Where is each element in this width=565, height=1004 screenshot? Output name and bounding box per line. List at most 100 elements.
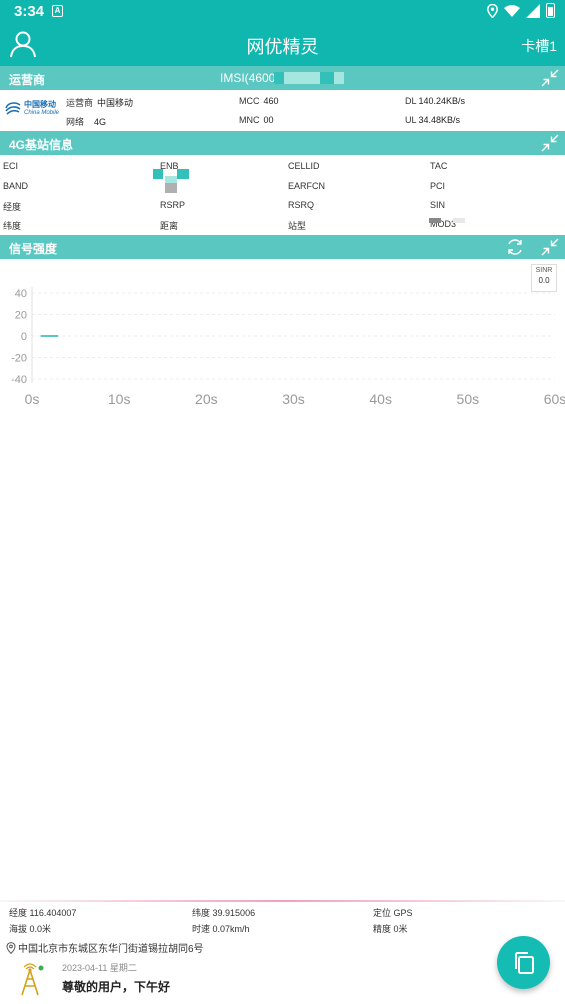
positioning-label: 定位 xyxy=(373,908,392,918)
redaction-block xyxy=(153,169,163,179)
ul-value: 34.48KB/s xyxy=(418,115,461,125)
network-label: 网络 xyxy=(66,117,85,127)
y-tick-label: 20 xyxy=(15,310,27,322)
longitude-row: 经度 116.404007 xyxy=(9,906,76,919)
cell-tower-icon xyxy=(21,963,44,996)
divider xyxy=(0,900,565,902)
rsrq-label: RSRQ xyxy=(288,200,315,210)
x-tick-label: 10s xyxy=(108,391,131,407)
ul-label: UL xyxy=(405,115,417,125)
pci-label: PCI xyxy=(430,181,446,191)
sinr-readout: SINR 0.0 xyxy=(531,264,557,292)
china-mobile-logo: 中国移动 China Mobile xyxy=(2,97,62,123)
longitude-label: 经度 xyxy=(9,908,28,918)
latitude-label: 纬度 xyxy=(192,908,211,918)
mcc-row: MCC 460 xyxy=(239,96,279,106)
date-text: 2023-04-11 星期二 xyxy=(62,963,137,973)
redaction-block xyxy=(165,183,177,193)
y-tick-label: -40 xyxy=(11,374,27,386)
imsi-value: IMSI(4600 xyxy=(220,71,276,85)
positioning-row: 定位 GPS xyxy=(373,906,413,919)
location-icon xyxy=(487,3,498,18)
cell-section-title: 4G基站信息 xyxy=(9,138,74,152)
copy-icon xyxy=(515,952,534,974)
app-title: 网优精灵 xyxy=(246,37,319,57)
y-tick-label: -20 xyxy=(11,353,27,365)
redaction-block xyxy=(334,72,344,84)
latitude-label: 纬度 xyxy=(3,221,22,231)
copy-fab-button[interactable] xyxy=(497,936,550,989)
sim-slot-selector[interactable]: 卡槽1 xyxy=(521,36,557,56)
speed-row: 时速 0.07km/h xyxy=(192,922,250,935)
latitude-value: 39.915006 xyxy=(212,908,256,918)
logo-text-cn: 中国移动 xyxy=(24,100,56,109)
wifi-icon xyxy=(504,5,520,17)
redaction-block xyxy=(320,72,334,84)
redaction-block xyxy=(429,218,441,223)
cell-info-panel: ECI ENB CELLID TAC BAND EARFCN PCI 经度 RS… xyxy=(0,155,565,233)
redaction-block xyxy=(274,72,284,84)
sinr-readout-label: SINR xyxy=(535,267,553,274)
address-row: 中国北京市东城区东华门街道锡拉胡同6号 xyxy=(6,940,204,955)
rsrp-label: RSRP xyxy=(160,200,186,210)
mcc-label: MCC xyxy=(239,96,260,106)
operator-section-header: 运营商 IMSI(4600 xyxy=(0,66,565,90)
accuracy-row: 精度 0米 xyxy=(373,922,408,935)
carrier-value: 中国移动 xyxy=(97,98,134,108)
altitude-label: 海拔 xyxy=(9,924,28,934)
logo-text-en: China Mobile xyxy=(24,110,60,116)
dl-row: DL 140.24KB/s xyxy=(405,96,465,106)
band-label: BAND xyxy=(3,181,29,191)
signal-section-title: 信号强度 xyxy=(9,242,58,256)
china-mobile-mark-icon xyxy=(5,102,21,115)
cell-section-header: 4G基站信息 xyxy=(0,131,565,155)
longitude-label: 经度 xyxy=(3,202,22,212)
carrier-label: 运营商 xyxy=(66,98,94,108)
eci-label: ECI xyxy=(3,161,19,171)
operator-panel: 中国移动 China Mobile 运营商 中国移动 网络 4G MCC 460 MN… xyxy=(0,90,565,130)
x-tick-label: 60s xyxy=(544,391,565,407)
location-pin-icon xyxy=(6,941,16,954)
x-tick-label: 40s xyxy=(369,391,392,407)
x-tick-label: 30s xyxy=(282,391,305,407)
collapse-icon[interactable] xyxy=(541,134,559,152)
speed-value: 0.07km/h xyxy=(212,924,250,934)
positioning-value: GPS xyxy=(393,908,413,918)
mnc-row: MNC 00 xyxy=(239,115,274,125)
redaction-block xyxy=(177,169,189,179)
altitude-row: 海拔 0.0米 xyxy=(9,922,51,935)
x-tick-label: 50s xyxy=(457,391,480,407)
latitude-row: 纬度 39.915006 xyxy=(192,906,255,919)
tac-label: TAC xyxy=(430,161,448,171)
altitude-value: 0.0米 xyxy=(29,924,52,934)
cellid-label: CELLID xyxy=(288,161,320,171)
redaction-block xyxy=(284,72,320,84)
operator-section-title: 运营商 xyxy=(9,73,46,87)
greeting-text: 尊敬的用户，下午好 xyxy=(62,980,171,994)
network-row: 网络 4G xyxy=(66,115,106,128)
longitude-value: 116.404007 xyxy=(29,908,77,918)
x-tick-label: 20s xyxy=(195,391,218,407)
dl-label: DL xyxy=(405,96,417,106)
carrier-row: 运营商 中国移动 xyxy=(66,96,133,109)
refresh-icon[interactable] xyxy=(505,238,525,256)
sinr-label: SIN xyxy=(430,200,446,210)
signal-section-header: 信号强度 xyxy=(0,235,565,259)
battery-icon xyxy=(546,3,555,18)
accuracy-value: 0米 xyxy=(393,924,408,934)
ul-row: UL 34.48KB/s xyxy=(405,115,460,125)
status-icons xyxy=(487,3,555,18)
cell-signal-icon xyxy=(526,3,540,18)
collapse-icon[interactable] xyxy=(541,69,559,87)
notification-icon: A xyxy=(52,5,63,17)
network-value: 4G xyxy=(94,117,107,127)
address-text: 中国北京市东城区东华门街道锡拉胡同6号 xyxy=(18,944,204,955)
accuracy-label: 精度 xyxy=(373,924,392,934)
speed-label: 时速 xyxy=(192,924,211,934)
collapse-icon[interactable] xyxy=(541,238,559,256)
y-tick-label: 40 xyxy=(15,288,27,300)
y-tick-label: 0 xyxy=(21,331,27,343)
distance-label: 距离 xyxy=(160,221,179,231)
status-bar: 3:34 A xyxy=(0,0,565,24)
x-tick-label: 0s xyxy=(25,391,40,407)
